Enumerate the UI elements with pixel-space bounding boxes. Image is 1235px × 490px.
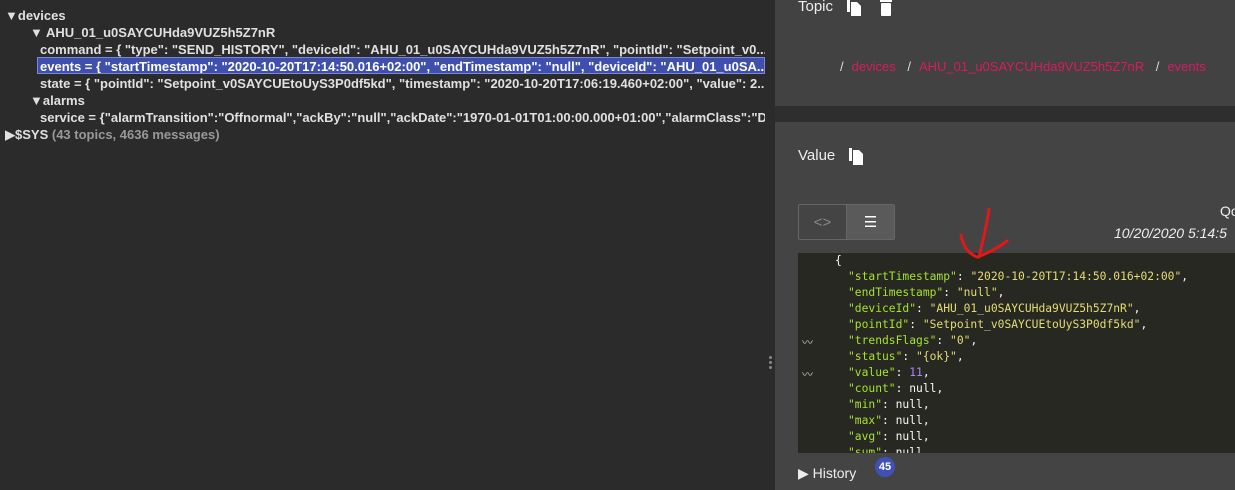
chart-icon[interactable]: 〰 — [802, 334, 813, 350]
node-label: service = {"alarmTransition":"Offnormal"… — [40, 110, 765, 125]
json-value: null — [895, 430, 923, 443]
json-line: "value": 11, — [848, 366, 930, 379]
json-key: "startTimestamp" — [848, 270, 957, 283]
json-line: "status": "{ok}", — [848, 350, 964, 363]
json-key: "trendsFlags" — [848, 334, 937, 347]
json-line: "sum": null, — [848, 445, 930, 453]
node-label: state = { "pointId": "Setpoint_v0SAYCUEt… — [40, 76, 765, 91]
tree-node-command[interactable]: command = { "type": "SEND_HISTORY", "dev… — [40, 41, 765, 58]
message-timestamp: 10/20/2020 5:14:5 — [1114, 225, 1227, 241]
node-label: events = { "startTimestamp": "2020-10-20… — [40, 59, 765, 74]
json-line: "count": null, — [848, 382, 944, 395]
json-line: "min": null, — [848, 398, 930, 411]
json-key: "max" — [848, 414, 883, 427]
text-view-button[interactable]: ☰ — [846, 205, 894, 239]
json-key: "sum" — [848, 446, 883, 453]
json-value: "Setpoint_v0SAYCUEtoUyS3P0df5kd" — [922, 318, 1141, 331]
breadcrumb: / devices / AHU_01_u0SAYCUHda9VUZ5h5Z7nR /… — [840, 59, 1206, 74]
json-key: "min" — [848, 398, 883, 411]
json-key: "endTimestamp" — [848, 286, 944, 299]
value-title: Value — [798, 147, 836, 164]
tree-node-sys[interactable]: ▶$SYS (43 topics, 4636 messages) — [5, 126, 220, 143]
trash-icon[interactable] — [879, 0, 893, 17]
json-key: "value" — [848, 366, 896, 379]
red-annotation-arrow — [959, 207, 1009, 259]
breadcrumb-device[interactable]: AHU_01_u0SAYCUHda9VUZ5h5Z7nR — [919, 59, 1144, 74]
json-value: "AHU_01_u0SAYCUHda9VUZ5h5Z7nR" — [929, 302, 1134, 315]
topic-title: Topic — [798, 0, 834, 15]
lines-icon: ☰ — [863, 214, 878, 231]
json-line: "pointId": "Setpoint_v0SAYCUEtoUyS3P0df5… — [848, 318, 1148, 331]
details-panel: Topic / devices / AHU_01_u0SAYCUHda9VUZ5h5… — [775, 0, 1235, 490]
tree-node-state[interactable]: state = { "pointId": "Setpoint_v0SAYCUEt… — [40, 75, 765, 92]
json-key: "pointId" — [848, 318, 910, 331]
json-line: "avg": null, — [848, 430, 930, 443]
json-line: "trendsFlags": "0", — [848, 334, 978, 347]
node-label: alarms — [42, 93, 85, 108]
node-label: AHU_01_u0SAYCUHda9VUZ5h5Z7nR — [46, 25, 276, 40]
json-value: "null" — [956, 286, 998, 299]
breadcrumb-events[interactable]: events — [1167, 59, 1205, 74]
topic-tree: ▼devices ▼ AHU_01_u0SAYCUHda9VUZ5h5Z7nR … — [0, 0, 766, 490]
history-count-badge: 45 — [875, 457, 895, 477]
node-label: devices — [17, 8, 66, 23]
json-value: "2020-10-20T17:14:50.016+02:00" — [970, 270, 1182, 283]
json-key: "deviceId" — [848, 302, 917, 315]
json-value: null — [895, 414, 923, 427]
json-key: "avg" — [848, 430, 883, 443]
json-line: "endTimestamp": "null", — [848, 286, 1005, 299]
code-view-button[interactable]: <> — [799, 205, 846, 239]
json-key: "status" — [848, 350, 903, 363]
divider — [775, 106, 1235, 122]
json-value: "0" — [950, 334, 971, 347]
breadcrumb-devices[interactable]: devices — [852, 59, 896, 74]
json-value: "{ok}" — [916, 350, 957, 363]
json-line: "max": null, — [848, 414, 930, 427]
history-label: History — [812, 465, 857, 481]
tree-node-devices[interactable]: ▼devices — [5, 7, 66, 24]
json-value: null — [895, 398, 923, 411]
chart-icon[interactable]: 〰 — [802, 366, 813, 382]
panel-splitter[interactable] — [766, 0, 775, 490]
node-info: (43 topics, 4636 messages) — [51, 127, 220, 142]
view-mode-toggle: <> ☰ — [798, 204, 895, 240]
json-value: null — [895, 446, 923, 453]
node-label: command = { "type": "SEND_HISTORY", "dev… — [40, 42, 765, 57]
json-value: 11 — [909, 366, 923, 379]
tree-node-service[interactable]: service = {"alarmTransition":"Offnormal"… — [40, 109, 765, 126]
json-line: "startTimestamp": "2020-10-20T17:14:50.0… — [848, 270, 1189, 283]
node-label: $SYS — [15, 127, 49, 142]
tree-node-alarms[interactable]: ▼alarms — [30, 92, 85, 109]
json-key: "count" — [848, 382, 896, 395]
topic-section: Topic / devices / AHU_01_u0SAYCUHda9VUZ5h5… — [775, 0, 1235, 106]
json-viewer[interactable]: { "startTimestamp": "2020-10-20T17:14:50… — [798, 253, 1235, 453]
history-toggle[interactable]: ▶ History — [798, 465, 856, 482]
qos-label: Qo — [1220, 203, 1235, 219]
tree-node-events[interactable]: events = { "startTimestamp": "2020-10-20… — [37, 57, 765, 74]
json-line: "deviceId": "AHU_01_u0SAYCUHda9VUZ5h5Z7n… — [848, 302, 1141, 315]
copy-icon[interactable] — [847, 0, 861, 16]
tree-node-device[interactable]: ▼ AHU_01_u0SAYCUHda9VUZ5h5Z7nR — [30, 24, 275, 41]
json-value: null — [909, 382, 937, 395]
code-icon: <> — [813, 213, 832, 231]
copy-icon[interactable] — [849, 148, 863, 165]
